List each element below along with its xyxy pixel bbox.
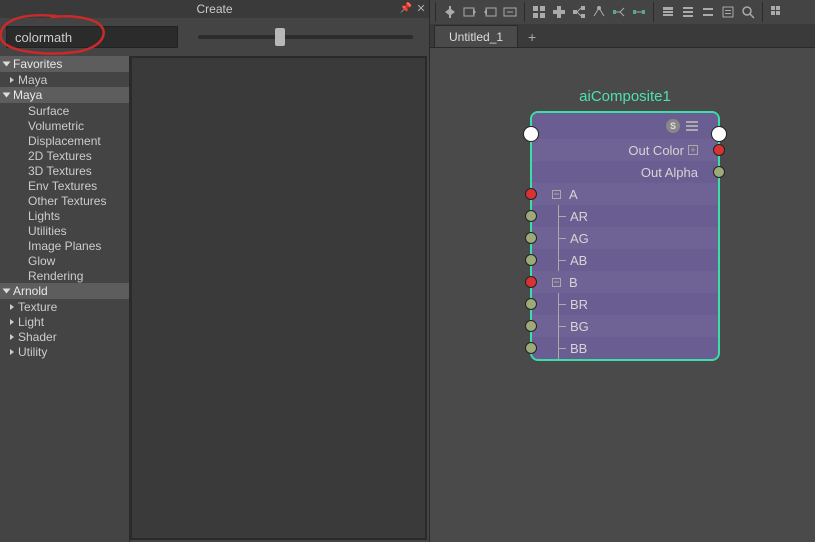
collapse-icon[interactable] xyxy=(552,190,561,199)
expand-icon[interactable]: + xyxy=(688,145,698,155)
input-row-ar[interactable]: AR xyxy=(532,205,718,227)
category-header-favorites[interactable]: Favorites xyxy=(0,56,129,72)
port-outalpha[interactable] xyxy=(713,166,725,178)
toolbar-clear-icon[interactable] xyxy=(550,3,568,21)
tab-untitled[interactable]: Untitled_1 xyxy=(434,25,518,47)
input-row-bg[interactable]: BG xyxy=(532,315,718,337)
tree-item[interactable]: Env Textures xyxy=(0,178,129,193)
node-title: aiComposite1 xyxy=(530,88,720,105)
port-ar[interactable] xyxy=(525,210,537,222)
category-label: Arnold xyxy=(13,284,48,298)
tree-item[interactable]: Surface xyxy=(0,103,129,118)
input-row-a[interactable]: A xyxy=(532,183,718,205)
output-row-outcolor[interactable]: Out Color + xyxy=(532,139,718,161)
toolbar-grid-icon[interactable] xyxy=(768,3,786,21)
toolbar-rearrange-icon[interactable] xyxy=(590,3,608,21)
toolbar-add-icon[interactable] xyxy=(610,3,628,21)
create-panel: Create 📌 ✕ Favorites Maya Maya xyxy=(0,0,430,542)
toolbar-mode3-icon[interactable] xyxy=(699,3,717,21)
category-label: Maya xyxy=(13,88,42,102)
expand-icon xyxy=(10,349,14,355)
tab-bar: Untitled_1 + xyxy=(430,24,815,48)
browser-body: Favorites Maya Maya Surface Volumetric D… xyxy=(0,56,429,542)
graph-area[interactable]: aiComposite1 S Out Color + Out Alpha xyxy=(430,48,815,542)
port-ag[interactable] xyxy=(525,232,537,244)
panel-close-icon[interactable]: ✕ xyxy=(414,1,428,15)
tree-item[interactable]: Volumetric xyxy=(0,118,129,133)
tree-item[interactable]: Utilities xyxy=(0,223,129,238)
swatch-icon[interactable]: S xyxy=(666,119,680,133)
category-label: Favorites xyxy=(13,57,62,71)
expand-icon xyxy=(10,334,14,340)
input-row-br[interactable]: BR xyxy=(532,293,718,315)
category-tree: Favorites Maya Maya Surface Volumetric D… xyxy=(0,56,130,542)
pin-icon[interactable]: 📌 xyxy=(399,1,413,15)
tree-item[interactable]: Image Planes xyxy=(0,238,129,253)
expand-icon xyxy=(10,304,14,310)
toolbar-remove-icon[interactable] xyxy=(630,3,648,21)
toolbar-input-icon[interactable] xyxy=(461,3,479,21)
toolbar-search-icon[interactable] xyxy=(739,3,757,21)
tree-item[interactable]: Light xyxy=(0,314,129,329)
port-br[interactable] xyxy=(525,298,537,310)
input-row-ab[interactable]: AB xyxy=(532,249,718,271)
toolbar-graph-icon[interactable] xyxy=(570,3,588,21)
tree-item[interactable]: Lights xyxy=(0,208,129,223)
toolbar-connected-icon[interactable] xyxy=(501,3,519,21)
node-aicomposite[interactable]: aiComposite1 S Out Color + Out Alpha xyxy=(530,88,720,361)
category-header-arnold[interactable]: Arnold xyxy=(0,283,129,299)
expand-icon xyxy=(3,289,11,294)
node-editor-toolbar xyxy=(430,0,815,24)
search-row xyxy=(0,18,429,56)
panel-title: Create xyxy=(196,2,232,16)
port-outcolor[interactable] xyxy=(713,144,725,156)
node-header: S xyxy=(532,113,718,139)
tree-item[interactable]: Rendering xyxy=(0,268,129,283)
output-row-outalpha[interactable]: Out Alpha xyxy=(532,161,718,183)
preview-panel xyxy=(130,56,427,540)
toolbar-layout-icon[interactable] xyxy=(530,3,548,21)
search-input[interactable] xyxy=(6,26,178,48)
port-b[interactable] xyxy=(525,276,537,288)
tree-item-favorites-maya[interactable]: Maya xyxy=(0,72,129,87)
tree-item[interactable]: Displacement xyxy=(0,133,129,148)
tree-item[interactable]: Shader xyxy=(0,329,129,344)
toolbar-input-output-icon[interactable] xyxy=(441,3,459,21)
input-row-ag[interactable]: AG xyxy=(532,227,718,249)
port-bb[interactable] xyxy=(525,342,537,354)
tree-item[interactable]: Glow xyxy=(0,253,129,268)
expand-icon xyxy=(3,62,11,67)
input-row-b[interactable]: B xyxy=(532,271,718,293)
port-a[interactable] xyxy=(525,188,537,200)
toolbar-mode2-icon[interactable] xyxy=(679,3,697,21)
tab-add-button[interactable]: + xyxy=(522,27,542,47)
expand-icon xyxy=(3,93,11,98)
icon-size-slider[interactable] xyxy=(188,27,423,47)
panel-header: Create 📌 ✕ xyxy=(0,0,429,18)
tree-item[interactable]: Other Textures xyxy=(0,193,129,208)
toolbar-output-icon[interactable] xyxy=(481,3,499,21)
port-bg[interactable] xyxy=(525,320,537,332)
toolbar-mode4-icon[interactable] xyxy=(719,3,737,21)
tree-item[interactable]: Texture xyxy=(0,299,129,314)
menu-icon[interactable] xyxy=(686,121,698,131)
node-editor-panel: Untitled_1 + aiComposite1 S Out Color + … xyxy=(430,0,815,542)
expand-icon xyxy=(10,77,14,83)
tree-item[interactable]: 2D Textures xyxy=(0,148,129,163)
expand-icon xyxy=(10,319,14,325)
tree-item[interactable]: 3D Textures xyxy=(0,163,129,178)
port-ab[interactable] xyxy=(525,254,537,266)
category-header-maya[interactable]: Maya xyxy=(0,87,129,103)
tree-item[interactable]: Utility xyxy=(0,344,129,359)
collapse-icon[interactable] xyxy=(552,278,561,287)
node-body: S Out Color + Out Alpha A xyxy=(530,111,720,361)
toolbar-mode1-icon[interactable] xyxy=(659,3,677,21)
input-row-bb[interactable]: BB xyxy=(532,337,718,359)
